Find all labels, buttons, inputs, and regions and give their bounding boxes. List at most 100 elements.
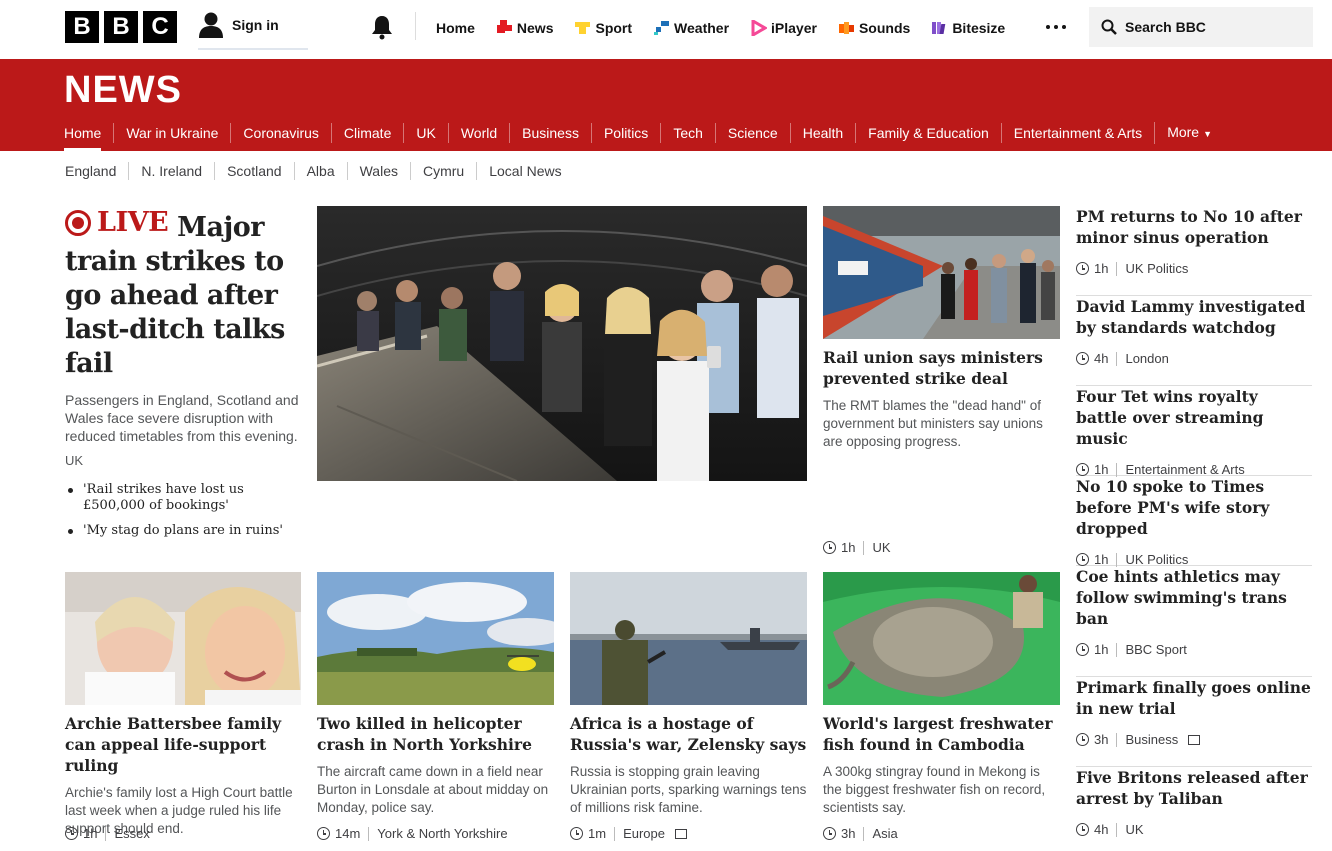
section-politics[interactable]: Politics — [590, 123, 660, 143]
story-tag[interactable]: Essex — [114, 826, 149, 841]
comments-icon[interactable] — [674, 828, 687, 839]
story-tag[interactable]: London — [1125, 351, 1168, 366]
related-link[interactable]: 'My stag do plans are in ruins' — [65, 523, 301, 539]
story-headline[interactable]: World's largest freshwater fish found in… — [823, 713, 1060, 755]
grid-story[interactable]: World's largest freshwater fish found in… — [823, 713, 1060, 817]
section-science[interactable]: Science — [714, 123, 790, 143]
nav-weather[interactable]: Weather — [654, 18, 729, 38]
sidebar-story[interactable]: David Lammy investigated by standards wa… — [1076, 296, 1312, 386]
story-summary: A 300kg stingray found in Mekong is the … — [823, 764, 1046, 815]
story-tag[interactable]: UK — [872, 540, 890, 555]
helicopter-story-image[interactable] — [317, 572, 554, 705]
lead-story[interactable]: LIVE Major train strikes to go ahead aft… — [65, 206, 301, 548]
divider — [1116, 642, 1118, 657]
subnav-n-ireland[interactable]: N. Ireland — [128, 162, 214, 180]
subnav-cymru[interactable]: Cymru — [410, 162, 476, 180]
sidebar-story[interactable]: Coe hints athletics may follow swimming'… — [1076, 566, 1312, 677]
story-headline[interactable]: Two killed in helicopter crash in North … — [317, 713, 554, 755]
sign-in-button[interactable]: Sign in — [198, 12, 308, 50]
story-tag[interactable]: BBC Sport — [1125, 642, 1186, 657]
search-box[interactable] — [1089, 7, 1313, 47]
story-headline[interactable]: Archie Battersbee family can appeal life… — [65, 713, 301, 776]
notifications-bell-icon[interactable] — [370, 14, 394, 40]
story-tag[interactable]: Asia — [872, 826, 897, 841]
story-tag[interactable]: UK Politics — [1125, 552, 1188, 567]
sidebar-story[interactable]: Primark finally goes online in new trial… — [1076, 677, 1312, 767]
rail-story[interactable]: Rail union says ministers prevented stri… — [823, 347, 1060, 451]
nations-subnav: England N. Ireland Scotland Alba Wales C… — [65, 162, 574, 180]
search-icon — [1101, 19, 1117, 35]
section-coronavirus[interactable]: Coronavirus — [230, 123, 330, 143]
story-headline[interactable]: Rail union says ministers prevented stri… — [823, 347, 1060, 389]
news-title[interactable]: NEWS — [64, 69, 182, 112]
stingray-story-image[interactable] — [823, 572, 1060, 705]
live-icon — [65, 210, 91, 236]
sidebar-story[interactable]: Five Britons released after arrest by Ta… — [1076, 767, 1312, 847]
story-tag[interactable]: Europe — [623, 826, 665, 841]
story-tag[interactable]: York & North Yorkshire — [377, 826, 507, 841]
search-input[interactable] — [1125, 19, 1305, 35]
lead-headline[interactable]: LIVE Major train strikes to go ahead aft… — [65, 206, 301, 381]
story-tag[interactable]: UK — [1125, 822, 1143, 837]
divider — [863, 540, 865, 555]
clock-icon — [1076, 733, 1089, 746]
story-tag[interactable]: UK Politics — [1125, 261, 1188, 276]
bbc-logo[interactable]: B B C — [65, 11, 177, 43]
sidebar-story[interactable]: Four Tet wins royalty battle over stream… — [1076, 386, 1312, 477]
section-business[interactable]: Business — [509, 123, 591, 143]
subnav-scotland[interactable]: Scotland — [214, 162, 293, 180]
grid-story[interactable]: Archie Battersbee family can appeal life… — [65, 713, 301, 838]
section-war-in-ukraine[interactable]: War in Ukraine — [113, 123, 230, 143]
story-headline[interactable]: Primark finally goes online in new trial — [1076, 677, 1312, 719]
section-home[interactable]: Home — [64, 123, 113, 152]
section-more-dropdown[interactable]: More ▼ — [1154, 122, 1224, 144]
nav-sport[interactable]: Sport — [575, 18, 632, 38]
rail-story-image[interactable] — [823, 206, 1060, 339]
more-menu-icon[interactable] — [1046, 25, 1066, 29]
related-link[interactable]: 'Rail strikes have lost us £500,000 of b… — [65, 482, 301, 514]
comments-icon[interactable] — [1188, 734, 1201, 745]
section-family-education[interactable]: Family & Education — [855, 123, 1001, 143]
story-headline[interactable]: Coe hints athletics may follow swimming'… — [1076, 566, 1312, 629]
zelensky-story-image[interactable] — [570, 572, 807, 705]
clock-icon — [1076, 823, 1089, 836]
live-badge: LIVE — [65, 206, 169, 240]
story-meta: 1h UK Politics — [1076, 552, 1312, 567]
archie-story-image[interactable] — [65, 572, 301, 705]
lead-tag[interactable]: UK — [65, 453, 301, 468]
related-links: 'Rail strikes have lost us £500,000 of b… — [65, 482, 301, 539]
section-uk[interactable]: UK — [403, 123, 447, 143]
story-meta: 1h UK Politics — [1076, 261, 1312, 276]
nav-bitesize[interactable]: Bitesize — [932, 18, 1005, 38]
nav-label: News — [516, 20, 554, 36]
story-tag[interactable]: Business — [1125, 732, 1178, 747]
story-headline[interactable]: PM returns to No 10 after minor sinus op… — [1076, 206, 1312, 248]
story-headline[interactable]: Africa is a hostage of Russia's war, Zel… — [570, 713, 807, 755]
story-headline[interactable]: David Lammy investigated by standards wa… — [1076, 296, 1312, 338]
story-tag[interactable]: Entertainment & Arts — [1125, 462, 1244, 477]
subnav-england[interactable]: England — [65, 162, 128, 180]
subnav-wales[interactable]: Wales — [346, 162, 410, 180]
story-headline[interactable]: No 10 spoke to Times before PM's wife st… — [1076, 476, 1312, 539]
nav-home[interactable]: Home — [436, 18, 475, 38]
subnav-local-news[interactable]: Local News — [476, 162, 573, 180]
nav-sounds[interactable]: Sounds — [838, 18, 910, 38]
subnav-alba[interactable]: Alba — [293, 162, 347, 180]
section-health[interactable]: Health — [789, 123, 855, 143]
section-world[interactable]: World — [447, 123, 509, 143]
grid-story[interactable]: Africa is a hostage of Russia's war, Zel… — [570, 713, 807, 817]
grid-story[interactable]: Two killed in helicopter crash in North … — [317, 713, 554, 817]
story-headline[interactable]: Four Tet wins royalty battle over stream… — [1076, 386, 1312, 449]
section-climate[interactable]: Climate — [330, 123, 403, 143]
story-headline[interactable]: Five Britons released after arrest by Ta… — [1076, 767, 1312, 809]
divider — [1116, 261, 1118, 276]
nav-label: Bitesize — [952, 20, 1006, 36]
sidebar-story[interactable]: PM returns to No 10 after minor sinus op… — [1076, 206, 1312, 296]
nav-iplayer[interactable]: iPlayer — [751, 18, 817, 38]
section-entertainment-arts[interactable]: Entertainment & Arts — [1000, 123, 1154, 143]
nav-label: Weather — [674, 20, 730, 36]
lead-story-image[interactable] — [317, 206, 807, 481]
sidebar-story[interactable]: No 10 spoke to Times before PM's wife st… — [1076, 476, 1312, 567]
nav-news[interactable]: News — [496, 18, 554, 38]
section-tech[interactable]: Tech — [660, 123, 715, 143]
